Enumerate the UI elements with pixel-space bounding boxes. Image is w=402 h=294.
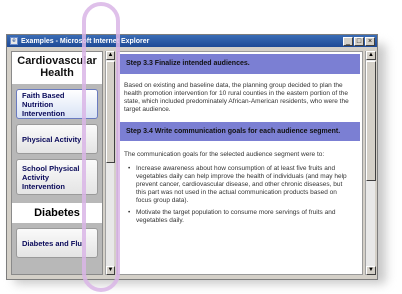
scroll-up-arrow-icon[interactable]: ▲: [366, 51, 376, 60]
scroll-thumb[interactable]: [366, 61, 376, 181]
browser-window: e Examples - Microsoft Internet Explorer…: [6, 34, 378, 280]
goal-text: Increase awareness about how consumption…: [136, 165, 347, 204]
content-pane: Step 3.3 Finalize intended audiences. Ba…: [117, 51, 363, 275]
window-controls: _ □ ×: [343, 36, 375, 46]
list-item: • Motivate the target population to cons…: [128, 209, 354, 225]
bullet-icon: •: [128, 209, 131, 216]
sidebar-item-label: Physical Activity: [22, 134, 82, 144]
step-heading: Step 3.4 Write communication goals for e…: [120, 122, 360, 141]
minimize-button[interactable]: _: [343, 36, 353, 46]
goals-intro: The communication goals for the selected…: [124, 151, 325, 158]
sidebar-item-label: Diabetes and Flu: [22, 238, 83, 248]
scroll-down-arrow-icon[interactable]: ▼: [366, 266, 376, 275]
content-scrollbar[interactable]: ▲ ▼: [365, 51, 376, 275]
goal-text: Motivate the target population to consum…: [136, 209, 336, 224]
list-item: • Increase awareness about how consumpti…: [128, 165, 354, 205]
ie-icon: e: [10, 37, 18, 45]
step-paragraph: Based on existing and baseline data, the…: [124, 82, 349, 113]
highlight-ring: [82, 2, 120, 292]
goals-list: • Increase awareness about how consumpti…: [118, 165, 362, 225]
title-bar: e Examples - Microsoft Internet Explorer…: [7, 35, 377, 47]
close-button[interactable]: ×: [365, 36, 375, 46]
step-heading: Step 3.3 Finalize intended audiences.: [120, 54, 360, 74]
maximize-button[interactable]: □: [354, 36, 364, 46]
bullet-icon: •: [128, 165, 131, 172]
